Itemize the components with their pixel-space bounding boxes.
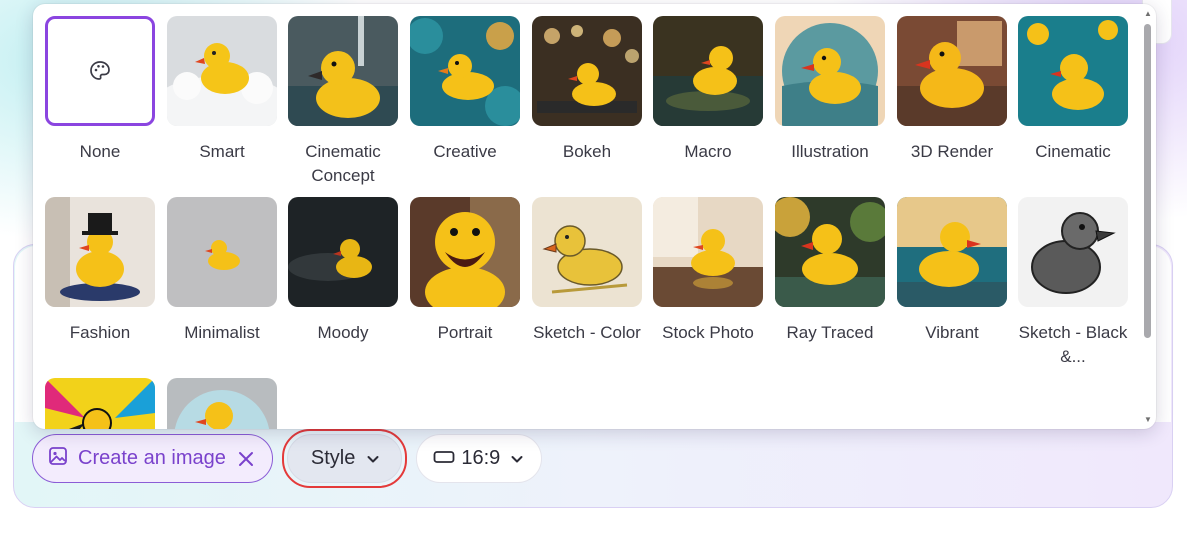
style-option-none[interactable]: None <box>45 16 155 164</box>
style-option-portrait[interactable]: Portrait <box>410 197 520 345</box>
style-option-vibrant[interactable]: Vibrant <box>897 197 1007 345</box>
style-option-sketch-black-white[interactable]: Sketch - Black &... <box>1018 197 1128 369</box>
style-label: Fashion <box>69 323 131 342</box>
style-label: 3D Render <box>910 142 994 161</box>
style-label: Style <box>310 447 356 469</box>
style-thumbnail <box>897 16 1007 126</box>
style-option-stock-photo[interactable]: Stock Photo <box>653 197 763 345</box>
style-option-pop-art[interactable] <box>45 378 155 429</box>
style-option-macro[interactable]: Macro <box>653 16 763 164</box>
style-thumbnail <box>775 197 885 307</box>
create-image-label: Create an image <box>78 447 226 469</box>
style-label: Sketch - Black &... <box>1018 323 1128 366</box>
chevron-down-icon <box>510 452 524 466</box>
style-option-minimalist[interactable]: Minimalist <box>167 197 277 345</box>
style-thumbnail <box>653 16 763 126</box>
style-label: Sketch - Color <box>533 323 641 342</box>
style-thumbnail <box>45 197 155 307</box>
palette-icon <box>88 59 112 83</box>
style-button[interactable]: Style <box>286 434 403 483</box>
style-label: Ray Traced <box>786 323 874 342</box>
style-option-ray-traced[interactable]: Ray Traced <box>775 197 885 345</box>
style-label: Creative <box>433 142 497 161</box>
scroll-up-arrow-icon[interactable]: ▲ <box>1143 10 1153 18</box>
style-thumbnail <box>897 197 1007 307</box>
style-thumbnail <box>410 197 520 307</box>
aspect-ratio-button[interactable]: 16:9 <box>416 434 543 483</box>
aspect-ratio-label: 16:9 <box>461 447 501 469</box>
style-option-cinematic[interactable]: Cinematic <box>1018 16 1128 164</box>
style-option-illustration[interactable]: Illustration <box>775 16 885 164</box>
scroll-down-arrow-icon[interactable]: ▼ <box>1143 416 1153 424</box>
style-option-smart[interactable]: Smart <box>167 16 277 164</box>
style-label: Bokeh <box>562 142 612 161</box>
style-thumbnail <box>45 378 155 429</box>
style-label: Stock Photo <box>662 323 754 342</box>
style-label: Smart <box>199 142 245 161</box>
style-option-moody[interactable]: Moody <box>288 197 398 345</box>
style-thumbnail <box>288 16 398 126</box>
style-label: Minimalist <box>184 323 260 342</box>
style-label: Macro <box>684 142 732 161</box>
style-option-bokeh[interactable]: Bokeh <box>532 16 642 164</box>
style-thumbnail <box>288 197 398 307</box>
image-icon <box>48 446 68 472</box>
close-icon[interactable] <box>236 449 256 469</box>
style-thumbnail <box>653 197 763 307</box>
style-thumbnail <box>410 16 520 126</box>
picker-scrollbar[interactable]: ▲ ▼ <box>1142 10 1154 424</box>
create-image-chip[interactable]: Create an image <box>32 434 273 483</box>
style-label: Moody <box>317 323 369 342</box>
style-button-highlight: Style <box>281 429 408 488</box>
style-label: None <box>79 142 121 161</box>
style-label: Vibrant <box>925 323 979 342</box>
chevron-down-icon <box>366 452 380 466</box>
style-option-soft[interactable] <box>167 378 277 429</box>
style-thumbnail <box>532 16 642 126</box>
style-label: Portrait <box>437 323 493 342</box>
style-thumbnail <box>1018 197 1128 307</box>
style-thumbnail <box>45 16 155 126</box>
style-option-3d-render[interactable]: 3D Render <box>897 16 1007 164</box>
style-label: Illustration <box>791 142 869 161</box>
style-label: Cinematic <box>1035 142 1111 161</box>
scrollbar-thumb[interactable] <box>1144 24 1151 338</box>
style-thumbnail <box>167 197 277 307</box>
style-label: Cinematic Concept <box>305 142 381 185</box>
style-option-sketch-color[interactable]: Sketch - Color <box>532 197 642 345</box>
composer-toolbar: Create an image Style 16:9 <box>32 429 543 488</box>
style-thumbnail <box>775 16 885 126</box>
style-option-fashion[interactable]: Fashion <box>45 197 155 345</box>
style-option-cinematic-concept[interactable]: Cinematic Concept <box>288 16 398 188</box>
style-thumbnail <box>1018 16 1128 126</box>
aspect-ratio-icon <box>433 447 455 470</box>
style-picker-popup: None Smart Cinematic Concept Creative Bo… <box>33 4 1156 429</box>
style-thumbnail <box>532 197 642 307</box>
style-option-creative[interactable]: Creative <box>410 16 520 164</box>
style-thumbnail <box>167 378 277 429</box>
style-thumbnail <box>167 16 277 126</box>
